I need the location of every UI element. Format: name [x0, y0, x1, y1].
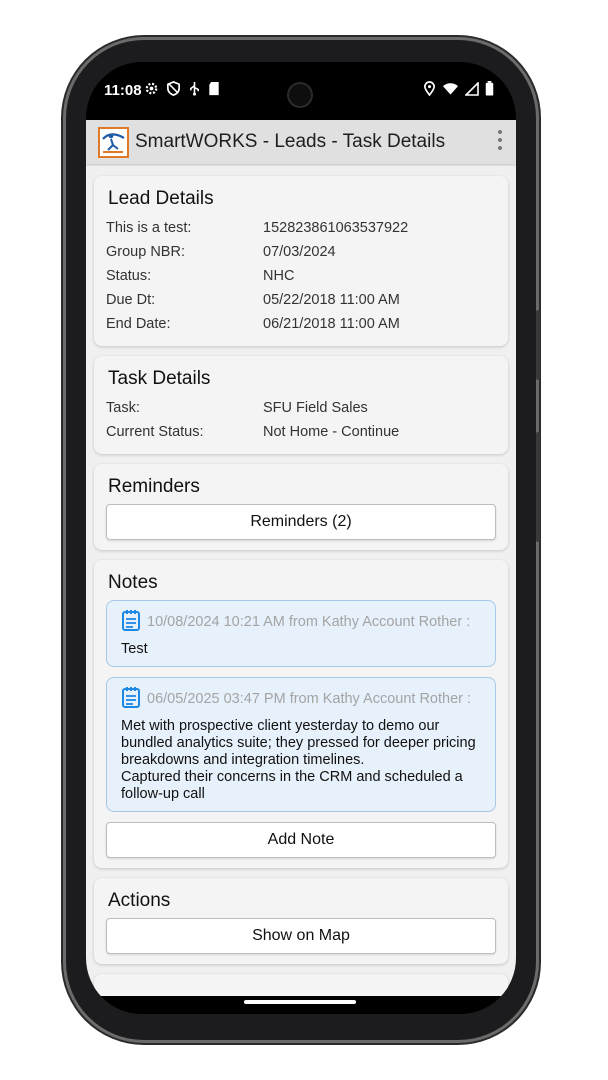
phone-screen: 11:08 SmartWORKS - Leads - Task Details …: [86, 62, 516, 1014]
notepad-icon: [121, 609, 141, 635]
lead-detail-row: Due Dt: 05/22/2018 11:00 AM: [106, 288, 496, 312]
note-item[interactable]: 06/05/2025 03:47 PM from Kathy Account R…: [106, 677, 496, 812]
actions-card: Actions Show on Map: [94, 878, 508, 964]
note-body: Test: [121, 641, 148, 657]
task-details-card: Task Details Task: SFU Field Sales Curre…: [94, 356, 508, 454]
status-icons-left: [144, 81, 220, 100]
task-details-title: Task Details: [108, 368, 211, 389]
reminders-button[interactable]: Reminders (2): [106, 504, 496, 540]
wifi-icon: [442, 82, 459, 100]
status-bar: 11:08: [86, 62, 516, 120]
lead-detail-row: Status: NHC: [106, 264, 496, 288]
task-detail-label: Current Status:: [106, 424, 204, 440]
volume-button: [536, 432, 540, 542]
task-detail-value: Not Home - Continue: [263, 424, 400, 440]
signal-icon: [464, 80, 479, 100]
location-icon: [423, 81, 436, 100]
task-detail-label: Task:: [106, 400, 140, 416]
note-header: 10/08/2024 10:21 AM from Kathy Account R…: [121, 609, 483, 635]
reminders-title: Reminders: [108, 476, 200, 497]
lead-detail-row: This is a test: 152823861063537922: [106, 216, 496, 240]
lead-detail-label: End Date:: [106, 316, 171, 332]
task-detail-row: Task: SFU Field Sales: [106, 396, 496, 420]
sd-card-icon: [208, 81, 220, 100]
usb-icon: [188, 81, 201, 100]
battery-icon: [485, 81, 494, 100]
lead-detail-value: 07/03/2024: [263, 244, 336, 260]
note-header-text: 06/05/2025 03:47 PM from Kathy Account R…: [147, 691, 472, 707]
lead-detail-value: 05/22/2018 11:00 AM: [263, 292, 400, 308]
system-nav-bar: [86, 996, 516, 1014]
app-window: SmartWORKS - Leads - Task Details Lead D…: [86, 120, 516, 996]
app-title: SmartWORKS - Leads - Task Details: [135, 131, 446, 152]
next-card-partial: [94, 974, 508, 996]
status-icons-right: [423, 80, 494, 100]
note-header: 06/05/2025 03:47 PM from Kathy Account R…: [121, 686, 483, 712]
shield-icon: [166, 81, 181, 100]
settings-icon: [144, 81, 159, 100]
reminders-card: Reminders Reminders (2): [94, 464, 508, 550]
front-camera: [287, 82, 313, 108]
note-header-text: 10/08/2024 10:21 AM from Kathy Account R…: [147, 614, 471, 630]
lead-details-card: Lead Details This is a test: 15282386106…: [94, 176, 508, 346]
lead-detail-value: NHC: [263, 268, 295, 284]
lead-detail-label: Status:: [106, 268, 152, 284]
task-detail-value: SFU Field Sales: [263, 400, 368, 416]
status-time: 11:08: [104, 82, 142, 99]
lead-detail-label: Group NBR:: [106, 244, 185, 260]
app-bar: SmartWORKS - Leads - Task Details: [86, 120, 516, 164]
notes-card: Notes 10/08/2024 10:21 AM from Kathy Acc…: [94, 560, 508, 868]
lead-detail-value: 152823861063537922: [263, 220, 409, 236]
lead-detail-row: Group NBR: 07/03/2024: [106, 240, 496, 264]
lead-detail-row: End Date: 06/21/2018 11:00 AM: [106, 312, 496, 336]
task-detail-row: Current Status: Not Home - Continue: [106, 420, 496, 444]
lead-detail-value: 06/21/2018 11:00 AM: [263, 316, 400, 332]
lead-details-title: Lead Details: [108, 188, 214, 209]
note-body: Met with prospective client yesterday to…: [121, 718, 476, 802]
notepad-icon: [121, 686, 141, 712]
show-on-map-button[interactable]: Show on Map: [106, 918, 496, 954]
overflow-menu-icon[interactable]: [498, 130, 502, 150]
lead-detail-label: Due Dt:: [106, 292, 156, 308]
add-note-button[interactable]: Add Note: [106, 822, 496, 858]
notes-title: Notes: [108, 572, 158, 593]
actions-title: Actions: [108, 890, 171, 911]
lead-detail-label: This is a test:: [106, 220, 192, 236]
smartworks-logo-icon: [98, 126, 129, 158]
content-area: Lead Details This is a test: 15282386106…: [86, 176, 516, 996]
power-button: [536, 310, 540, 380]
home-indicator[interactable]: [244, 1000, 356, 1004]
note-item[interactable]: 10/08/2024 10:21 AM from Kathy Account R…: [106, 600, 496, 667]
